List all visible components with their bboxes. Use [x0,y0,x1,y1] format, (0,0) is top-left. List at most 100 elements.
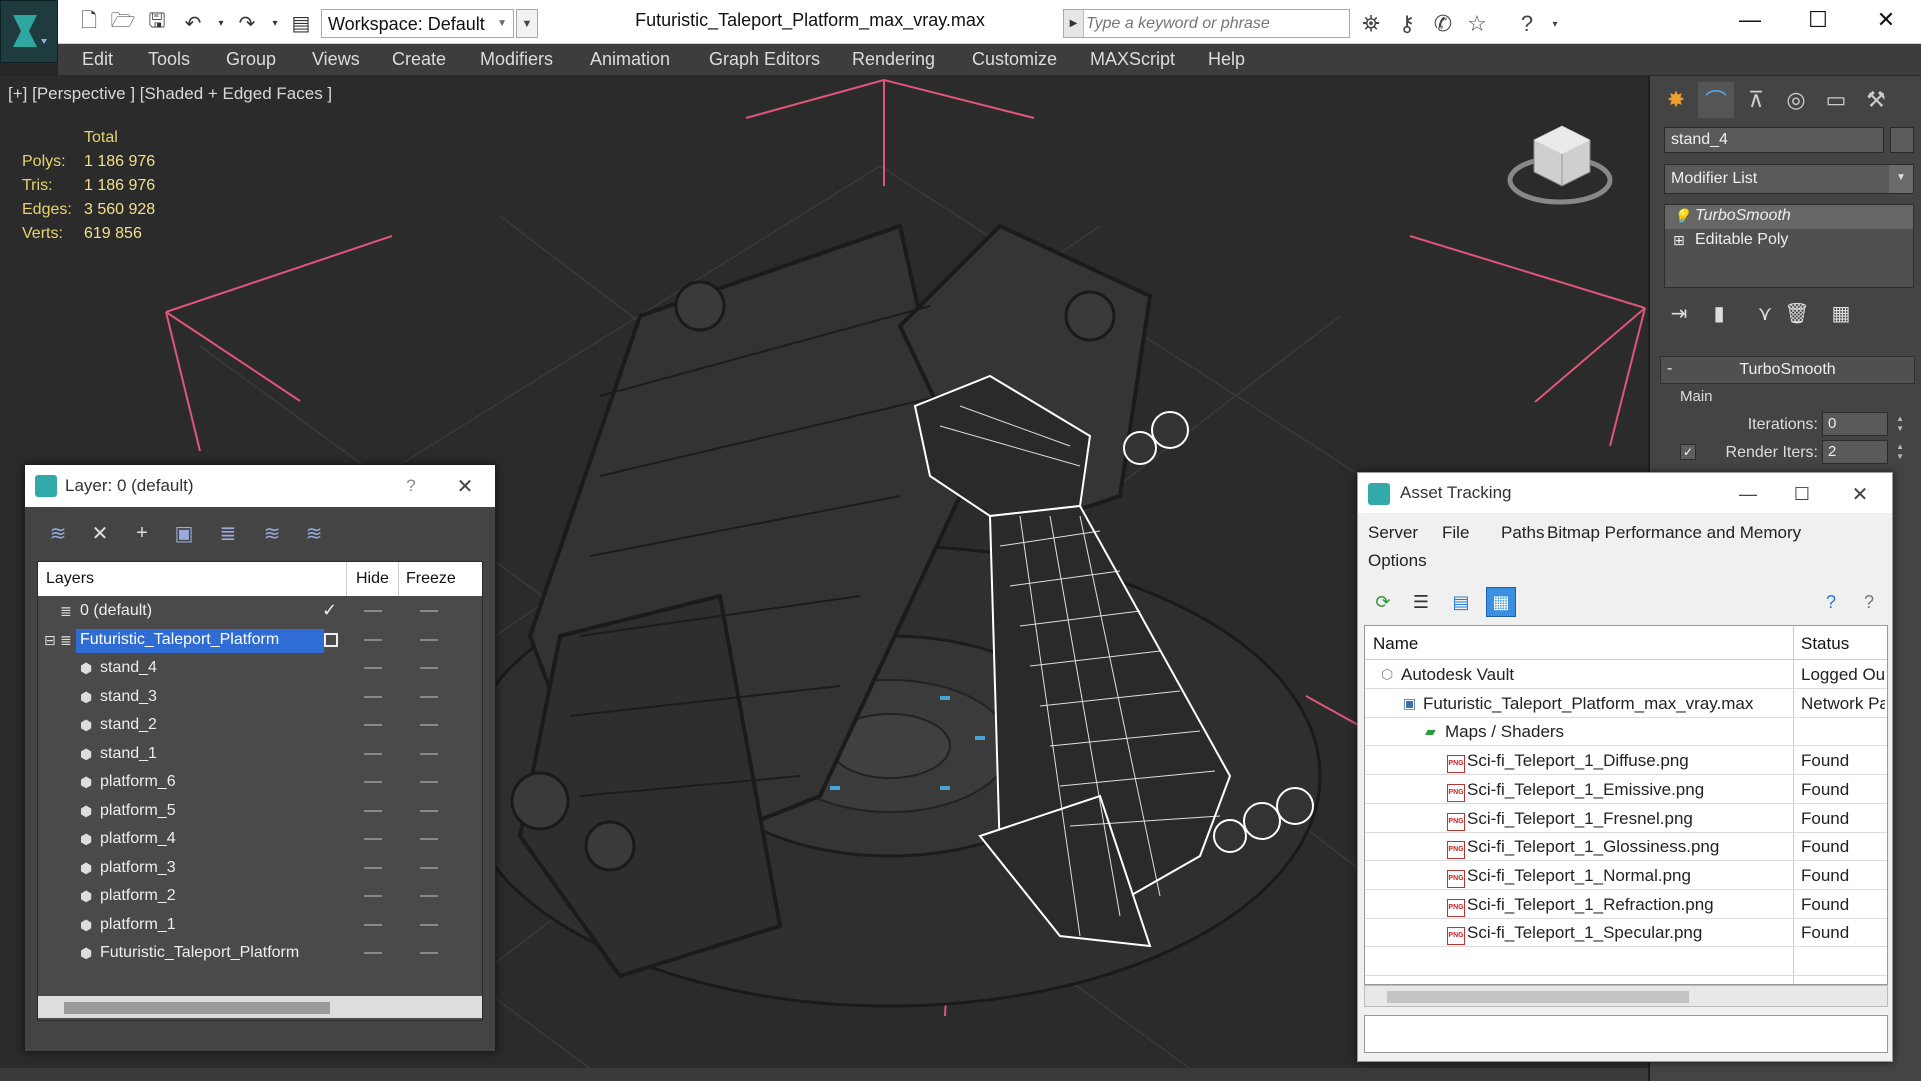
search-expand-icon[interactable]: ▶ [1064,10,1084,37]
hide-toggle[interactable] [364,724,382,726]
select-objects-in-layer-icon[interactable]: ▣ [169,519,199,547]
binoculars-icon[interactable]: ⛯ [1356,9,1386,39]
hide-toggle[interactable] [364,667,382,669]
thumbnail-view-icon[interactable]: ▤ [1446,587,1476,617]
maximize-button[interactable]: ☐ [1782,477,1822,511]
help-button[interactable]: ? [391,469,431,503]
freeze-toggle[interactable] [420,952,438,954]
help-icon[interactable]: ? [1816,587,1846,617]
object-row[interactable]: ⬢ Futuristic_Taleport_Platform [38,940,482,968]
modify-tab-icon[interactable]: ⌒ [1698,82,1734,118]
asset-row[interactable]: PNG Sci-fi_Teleport_1_Fresnel.png Found [1365,805,1887,833]
table-view-icon[interactable]: ▦ [1486,587,1516,617]
maximize-button[interactable]: ☐ [1784,0,1852,40]
remove-modifier-icon[interactable]: 🗑 [1782,298,1812,328]
help-icon[interactable]: ? [1512,9,1542,39]
undo-icon[interactable]: ↶ [180,10,206,36]
object-row[interactable]: ⬢ stand_2 [38,712,482,740]
collapse-icon[interactable]: ⊟ [44,632,56,649]
hide-toggle[interactable] [364,809,382,812]
menu-rendering[interactable]: Rendering [852,49,935,70]
row-name[interactable]: platform_1 [96,914,180,938]
menu-bitmap-performance[interactable]: Bitmap Performance and Memory [1547,523,1801,543]
menu-group[interactable]: Group [226,49,276,70]
asset-row[interactable]: ▰ Maps / Shaders [1365,718,1887,747]
layer-scrollbar[interactable] [38,996,482,1018]
list-view-icon[interactable]: ☰ [1406,587,1436,617]
add-to-layer-icon[interactable]: + [127,519,157,547]
asset-dialog-titlebar[interactable]: Asset Tracking — ☐ ✕ [1358,473,1892,513]
freeze-toggle[interactable] [420,895,438,897]
object-row[interactable]: ⬢ platform_1 [38,912,482,940]
help-dropdown-icon[interactable]: ▾ [1540,9,1570,39]
close-button[interactable]: ✕ [1852,0,1920,40]
new-file-icon[interactable]: 🗋 [76,10,102,36]
stack-item-editable-poly[interactable]: ⊞ Editable Poly [1665,229,1913,253]
close-button[interactable]: ✕ [1840,477,1880,511]
modifier-list-dropdown[interactable]: Modifier List ▼ [1664,164,1914,194]
asset-row[interactable]: ⬡ Autodesk Vault Logged Ou [1365,661,1887,689]
asset-row[interactable]: PNG Sci-fi_Teleport_1_Normal.png Found [1365,862,1887,890]
row-name[interactable]: platform_6 [96,771,180,795]
layer-row[interactable]: ≣ ⊟ Futuristic_Taleport_Platform [38,627,482,655]
viewport-label[interactable]: [+] [Perspective ] [Shaded + Edged Faces… [8,84,332,104]
row-name[interactable]: stand_3 [96,686,161,710]
hide-toggle[interactable] [364,895,382,897]
menu-animation[interactable]: Animation [590,49,670,70]
hide-toggle[interactable] [364,610,382,612]
layer-dialog-titlebar[interactable]: Layer: 0 (default) ? ✕ [25,465,495,507]
hide-column-header[interactable]: Hide [356,570,389,588]
hide-toggle[interactable] [364,638,382,641]
freeze-toggle[interactable] [420,695,438,698]
freeze-column-header[interactable]: Freeze [406,570,456,588]
menu-graph-editors[interactable]: Graph Editors [709,49,820,70]
close-button[interactable]: ✕ [445,469,485,503]
freeze-all-layers-icon[interactable]: ≋ [299,519,329,547]
freeze-toggle[interactable] [420,752,438,755]
menu-options[interactable]: Options [1368,551,1427,571]
spinner-arrows-icon[interactable]: ▲ ▼ [1896,442,1904,462]
iterations-field[interactable]: 0 [1822,412,1888,436]
spinner-arrows-icon[interactable]: ▲ ▼ [1896,414,1904,434]
minimize-button[interactable]: — [1716,0,1784,40]
minimize-button[interactable]: — [1728,477,1768,511]
search-box[interactable]: ▶ [1063,9,1350,38]
row-name[interactable]: stand_2 [96,714,161,738]
communication-icon[interactable]: ✆ [1428,9,1458,39]
menu-edit[interactable]: Edit [82,49,113,70]
menu-create[interactable]: Create [392,49,446,70]
create-layer-icon[interactable]: ≋ [43,519,73,547]
menu-tools[interactable]: Tools [148,49,190,70]
freeze-toggle[interactable] [420,866,438,869]
iterations-spinner[interactable]: Iterations: 0 ▲ ▼ [1670,412,1910,438]
menu-views[interactable]: Views [312,49,360,70]
object-row[interactable]: ⬢ platform_6 [38,769,482,797]
row-name[interactable]: platform_4 [96,828,180,852]
lightbulb-icon[interactable]: 💡 [1673,208,1690,225]
project-folder-icon[interactable]: ▤ [288,10,314,36]
hide-toggle[interactable] [364,695,382,698]
status-column-header[interactable]: Status [1801,634,1849,654]
asset-row[interactable]: PNG Sci-fi_Teleport_1_Specular.png Found [1365,919,1887,948]
display-tab-icon[interactable]: ▭ [1818,82,1854,118]
menu-customize[interactable]: Customize [972,49,1057,70]
create-tab-icon[interactable]: ✸ [1658,82,1694,118]
hide-toggle[interactable] [364,866,382,869]
object-row[interactable]: ⬢ platform_3 [38,855,482,883]
freeze-toggle[interactable] [420,724,438,726]
object-row[interactable]: ⬢ platform_2 [38,883,482,911]
search-input[interactable] [1086,12,1336,35]
row-name[interactable]: stand_4 [96,657,161,681]
layers-column-header[interactable]: Layers [46,570,94,588]
workspace-selector[interactable]: Workspace: Default ▼ [321,9,514,38]
save-file-icon[interactable]: 🖫 [144,10,170,36]
redo-dropdown-icon[interactable]: ▾ [262,10,288,36]
redo-icon[interactable]: ↷ [234,10,260,36]
object-row[interactable]: ⬢ platform_5 [38,798,482,826]
hierarchy-tab-icon[interactable]: ⊼ [1738,82,1774,118]
freeze-toggle[interactable] [420,923,438,926]
asset-row[interactable]: ▣ Futuristic_Taleport_Platform_max_vray.m… [1365,690,1887,718]
current-layer-checkmark-icon[interactable]: ✓ [322,600,337,621]
turbosmooth-rollout-header[interactable]: - TurboSmooth [1660,356,1915,384]
configure-modifier-sets-icon[interactable]: ▦ [1826,298,1856,328]
